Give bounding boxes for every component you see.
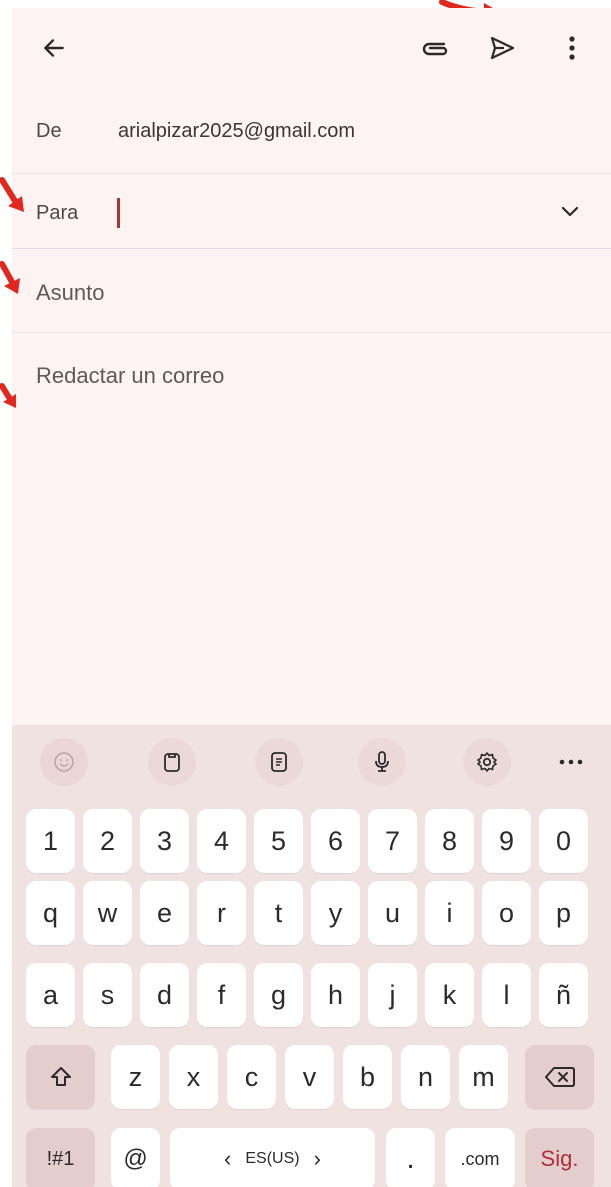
key-j[interactable]: j	[368, 963, 417, 1027]
key-t[interactable]: t	[254, 881, 303, 945]
space-right-arrow: ›	[313, 1146, 321, 1171]
key-o[interactable]: o	[482, 881, 531, 945]
key-n[interactable]: n	[401, 1045, 450, 1109]
paperclip-icon	[422, 42, 448, 56]
shift-key[interactable]	[26, 1045, 95, 1109]
key-1[interactable]: 1	[26, 809, 75, 873]
key-d[interactable]: d	[140, 963, 189, 1027]
at-key[interactable]: @	[111, 1128, 160, 1187]
emoji-button[interactable]	[40, 738, 88, 786]
key-x[interactable]: x	[169, 1045, 218, 1109]
next-key[interactable]: Sig.	[525, 1128, 594, 1187]
body-placeholder: Redactar un correo	[36, 363, 225, 388]
key-8[interactable]: 8	[425, 809, 474, 873]
chevron-down-icon	[561, 206, 579, 217]
key-n-tilde[interactable]: ñ	[539, 963, 588, 1027]
emoji-icon	[54, 752, 74, 772]
annotation-arrow-body	[0, 383, 16, 408]
more-tools-button[interactable]	[547, 738, 595, 786]
text-cursor	[117, 198, 120, 228]
subject-input[interactable]: Asunto	[36, 280, 105, 306]
key-r[interactable]: r	[197, 881, 246, 945]
send-icon	[490, 36, 515, 60]
send-button[interactable]	[482, 28, 522, 68]
key-2[interactable]: 2	[83, 809, 132, 873]
from-label: De	[36, 120, 62, 142]
key-4[interactable]: 4	[197, 809, 246, 873]
more-vertical-icon	[569, 36, 575, 60]
from-email[interactable]: arialpizar2025@gmail.com	[118, 120, 355, 143]
key-v[interactable]: v	[285, 1045, 334, 1109]
key-y[interactable]: y	[311, 881, 360, 945]
period-key[interactable]: .	[386, 1128, 435, 1187]
arrow-left-icon	[44, 39, 64, 57]
key-z[interactable]: z	[111, 1045, 160, 1109]
clipboard-icon	[164, 753, 180, 772]
key-s[interactable]: s	[83, 963, 132, 1027]
key-b[interactable]: b	[343, 1045, 392, 1109]
keyboard-toolbar	[12, 725, 611, 797]
back-button[interactable]	[34, 28, 74, 68]
text-extract-icon	[271, 752, 287, 772]
keyboard-settings-button[interactable]	[463, 738, 511, 786]
key-p[interactable]: p	[539, 881, 588, 945]
email-compose-screen: De arialpizar2025@gmail.com Para Asunto …	[12, 8, 611, 1187]
annotation-arrow-to	[0, 177, 24, 212]
expand-recipients-button[interactable]	[552, 194, 588, 230]
key-l[interactable]: l	[482, 963, 531, 1027]
annotation-arrow-subject	[0, 261, 20, 294]
key-7[interactable]: 7	[368, 809, 417, 873]
key-5[interactable]: 5	[254, 809, 303, 873]
body-input[interactable]: Redactar un correo	[12, 343, 611, 723]
text-extract-button[interactable]	[255, 738, 303, 786]
settings-icon	[477, 752, 497, 772]
on-screen-keyboard: 1 2 3 4 5 6 7 8 9 0 q w e r t y u i o p …	[12, 725, 611, 1187]
key-g[interactable]: g	[254, 963, 303, 1027]
backspace-icon	[544, 1067, 575, 1087]
voice-input-button[interactable]	[358, 738, 406, 786]
divider	[12, 248, 611, 249]
key-u[interactable]: u	[368, 881, 417, 945]
key-f[interactable]: f	[197, 963, 246, 1027]
key-k[interactable]: k	[425, 963, 474, 1027]
clipboard-button[interactable]	[148, 738, 196, 786]
space-language-label: ES(US)	[245, 1150, 300, 1167]
top-app-bar	[12, 8, 611, 88]
more-horizontal-icon	[559, 759, 583, 765]
key-h[interactable]: h	[311, 963, 360, 1027]
subject-row[interactable]: Asunto	[12, 250, 611, 330]
divider	[12, 173, 611, 174]
from-row: De arialpizar2025@gmail.com	[12, 96, 611, 176]
microphone-icon	[375, 751, 389, 772]
more-options-button[interactable]	[552, 28, 592, 68]
backspace-key[interactable]	[525, 1045, 594, 1109]
space-left-arrow: ‹	[224, 1146, 232, 1171]
key-w[interactable]: w	[83, 881, 132, 945]
shift-icon	[50, 1067, 71, 1086]
to-label: Para	[36, 202, 79, 224]
key-3[interactable]: 3	[140, 809, 189, 873]
attach-button[interactable]	[414, 28, 454, 68]
dotcom-key[interactable]: .com	[445, 1128, 515, 1187]
to-row[interactable]: Para	[12, 176, 611, 248]
key-a[interactable]: a	[26, 963, 75, 1027]
divider	[12, 332, 611, 333]
key-q[interactable]: q	[26, 881, 75, 945]
key-m[interactable]: m	[459, 1045, 508, 1109]
key-e[interactable]: e	[140, 881, 189, 945]
symbols-key[interactable]: !#1	[26, 1128, 95, 1187]
key-0[interactable]: 0	[539, 809, 588, 873]
space-key[interactable]: ‹ ES(US) ›	[170, 1128, 375, 1187]
key-9[interactable]: 9	[482, 809, 531, 873]
key-c[interactable]: c	[227, 1045, 276, 1109]
key-6[interactable]: 6	[311, 809, 360, 873]
key-i[interactable]: i	[425, 881, 474, 945]
